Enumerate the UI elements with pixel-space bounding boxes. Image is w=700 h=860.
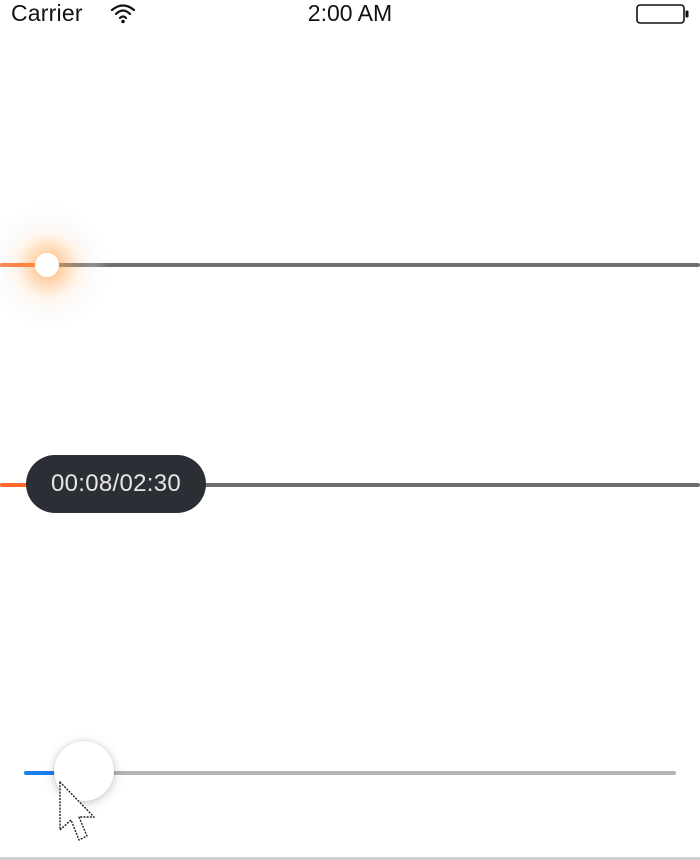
progress-slider-2[interactable]: 00:08/02:30 xyxy=(0,455,700,513)
progress-slider-3[interactable] xyxy=(0,741,700,801)
cursor-icon xyxy=(59,781,95,841)
progress-slider-1[interactable] xyxy=(0,204,700,328)
time-tooltip-thumb[interactable]: 00:08/02:30 xyxy=(26,455,206,513)
slider-thumb[interactable] xyxy=(35,253,59,277)
slider-fill xyxy=(0,483,28,487)
battery-icon xyxy=(636,4,689,24)
slider-track[interactable] xyxy=(24,771,676,775)
status-bar: Carrier 2:00 AM xyxy=(0,0,700,28)
status-time: 2:00 AM xyxy=(307,0,393,26)
